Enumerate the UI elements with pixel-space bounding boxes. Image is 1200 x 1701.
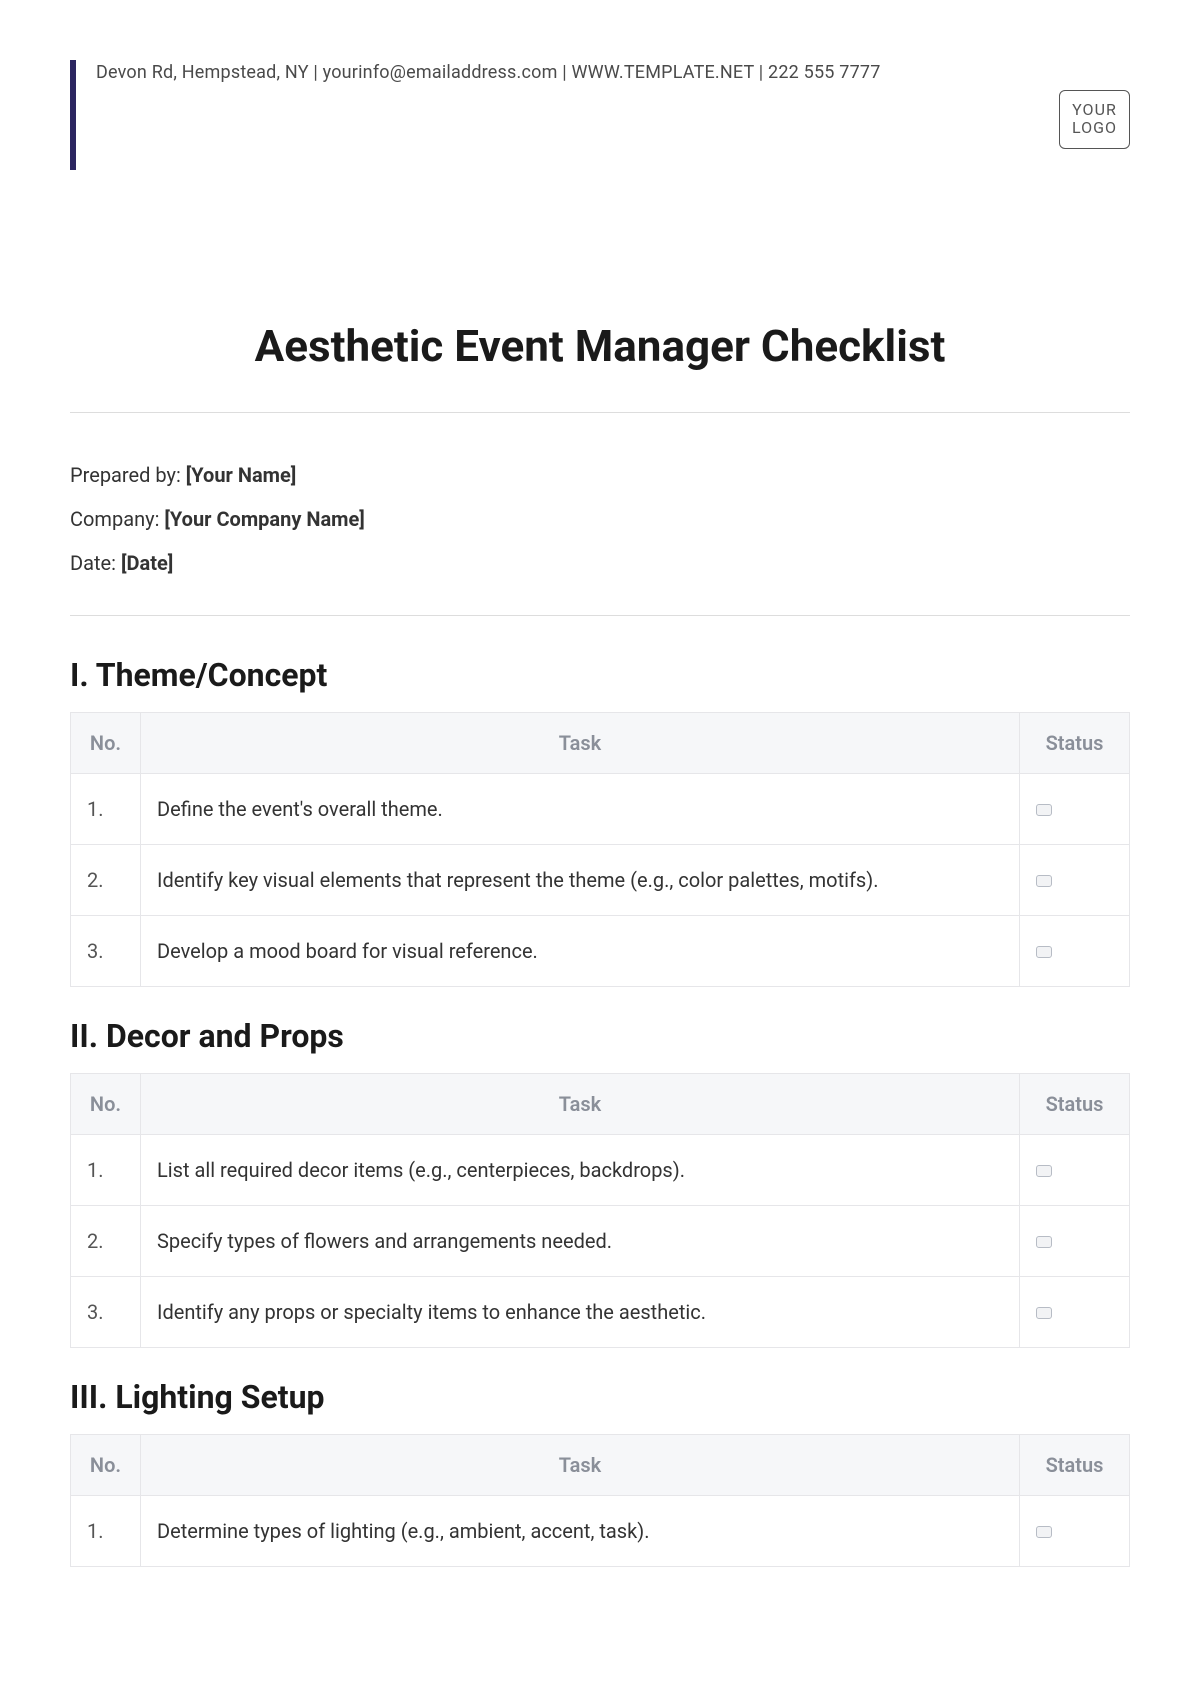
logo-placeholder: YOUR LOGO <box>1059 90 1130 149</box>
col-status: Status <box>1020 1074 1130 1135</box>
meta-block: Prepared by: [Your Name] Company: [Your … <box>70 453 1130 585</box>
cell-status <box>1020 916 1130 987</box>
meta-date-label: Date: <box>70 551 121 575</box>
table-row: 2. Identify key visual elements that rep… <box>71 845 1130 916</box>
cell-task: Determine types of lighting (e.g., ambie… <box>141 1496 1020 1567</box>
cell-no: 1. <box>71 774 141 845</box>
section-heading-theme: I. Theme/Concept <box>70 656 1130 694</box>
cell-no: 2. <box>71 845 141 916</box>
cell-status <box>1020 1135 1130 1206</box>
checkbox-icon[interactable] <box>1036 804 1052 816</box>
cell-task: Develop a mood board for visual referenc… <box>141 916 1020 987</box>
divider <box>70 412 1130 413</box>
cell-task: Identify key visual elements that repres… <box>141 845 1020 916</box>
cell-status <box>1020 1277 1130 1348</box>
section-heading-decor: II. Decor and Props <box>70 1017 1130 1055</box>
col-task: Task <box>141 1074 1020 1135</box>
cell-status <box>1020 1496 1130 1567</box>
col-no: No. <box>71 713 141 774</box>
meta-date: Date: [Date] <box>70 541 1130 585</box>
checkbox-icon[interactable] <box>1036 1526 1052 1538</box>
document-page: Devon Rd, Hempstead, NY | yourinfo@email… <box>0 0 1200 1659</box>
cell-task: List all required decor items (e.g., cen… <box>141 1135 1020 1206</box>
checkbox-icon[interactable] <box>1036 1236 1052 1248</box>
divider <box>70 615 1130 616</box>
cell-no: 2. <box>71 1206 141 1277</box>
cell-no: 3. <box>71 1277 141 1348</box>
col-task: Task <box>141 713 1020 774</box>
checkbox-icon[interactable] <box>1036 875 1052 887</box>
contact-line: Devon Rd, Hempstead, NY | yourinfo@email… <box>96 60 881 83</box>
table-row: 1. Define the event's overall theme. <box>71 774 1130 845</box>
accent-bar <box>70 60 76 170</box>
table-header-row: No. Task Status <box>71 1074 1130 1135</box>
cell-task: Define the event's overall theme. <box>141 774 1020 845</box>
meta-company-value: [Your Company Name] <box>164 507 364 531</box>
table-row: 3. Develop a mood board for visual refer… <box>71 916 1130 987</box>
checklist-table-theme: No. Task Status 1. Define the event's ov… <box>70 712 1130 987</box>
col-no: No. <box>71 1435 141 1496</box>
header-bar: Devon Rd, Hempstead, NY | yourinfo@email… <box>70 60 1130 170</box>
meta-company-label: Company: <box>70 507 164 531</box>
col-status: Status <box>1020 713 1130 774</box>
logo-line-1: YOUR <box>1072 101 1117 119</box>
table-row: 1. List all required decor items (e.g., … <box>71 1135 1130 1206</box>
table-row: 3. Identify any props or specialty items… <box>71 1277 1130 1348</box>
checkbox-icon[interactable] <box>1036 1165 1052 1177</box>
cell-no: 3. <box>71 916 141 987</box>
checklist-table-decor: No. Task Status 1. List all required dec… <box>70 1073 1130 1348</box>
checklist-table-lighting: No. Task Status 1. Determine types of li… <box>70 1434 1130 1567</box>
table-row: 1. Determine types of lighting (e.g., am… <box>71 1496 1130 1567</box>
meta-prepared: Prepared by: [Your Name] <box>70 453 1130 497</box>
meta-prepared-value: [Your Name] <box>186 463 297 487</box>
col-task: Task <box>141 1435 1020 1496</box>
checkbox-icon[interactable] <box>1036 946 1052 958</box>
table-header-row: No. Task Status <box>71 713 1130 774</box>
meta-prepared-label: Prepared by: <box>70 463 186 487</box>
table-row: 2. Specify types of flowers and arrangem… <box>71 1206 1130 1277</box>
cell-status <box>1020 845 1130 916</box>
col-status: Status <box>1020 1435 1130 1496</box>
page-title: Aesthetic Event Manager Checklist <box>70 320 1130 372</box>
cell-task: Specify types of flowers and arrangement… <box>141 1206 1020 1277</box>
cell-status <box>1020 774 1130 845</box>
table-header-row: No. Task Status <box>71 1435 1130 1496</box>
col-no: No. <box>71 1074 141 1135</box>
cell-no: 1. <box>71 1135 141 1206</box>
checkbox-icon[interactable] <box>1036 1307 1052 1319</box>
cell-no: 1. <box>71 1496 141 1567</box>
cell-task: Identify any props or specialty items to… <box>141 1277 1020 1348</box>
meta-date-value: [Date] <box>121 551 173 575</box>
cell-status <box>1020 1206 1130 1277</box>
logo-line-2: LOGO <box>1072 119 1117 137</box>
section-heading-lighting: III. Lighting Setup <box>70 1378 1130 1416</box>
meta-company: Company: [Your Company Name] <box>70 497 1130 541</box>
